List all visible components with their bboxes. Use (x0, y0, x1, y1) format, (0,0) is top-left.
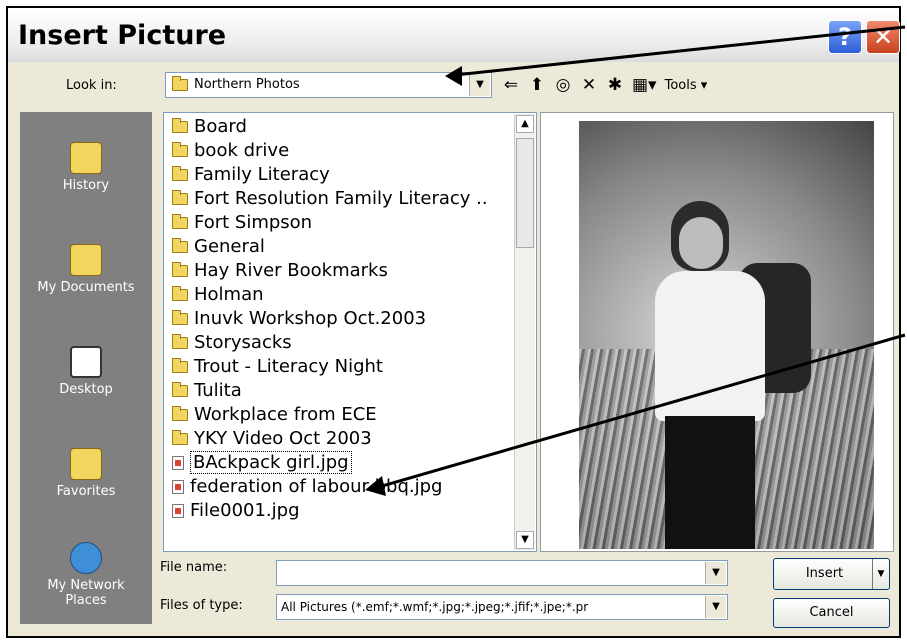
dropdown-arrow-icon[interactable]: ▼ (469, 74, 490, 96)
favorites-icon (70, 448, 102, 480)
list-item[interactable]: Hay River Bookmarks (172, 259, 388, 283)
dropdown-arrow-icon[interactable]: ▼ (705, 596, 726, 618)
dropdown-arrow-icon[interactable]: ▼ (705, 562, 726, 584)
folder-icon (172, 118, 188, 133)
folder-icon (172, 142, 188, 157)
file-type-label: Files of type: (160, 598, 243, 613)
place-label: Desktop (59, 382, 113, 397)
tools-menu[interactable]: Tools ▾ (665, 78, 708, 93)
folder-icon (172, 406, 188, 421)
close-button[interactable]: ✕ (866, 20, 900, 54)
network-places-icon (70, 542, 102, 574)
list-item[interactable]: Fort Simpson (172, 211, 312, 235)
list-item[interactable]: Storysacks (172, 331, 292, 355)
list-item[interactable]: Fort Resolution Family Literacy .. (172, 187, 488, 211)
dialog-title: Insert Picture (18, 20, 227, 51)
places-bar: History My Documents Desktop Favorites M… (20, 112, 152, 624)
place-network[interactable]: My Network Places (20, 542, 152, 608)
file-name-label: File name: (160, 560, 228, 575)
folder-icon (172, 286, 188, 301)
cancel-button[interactable]: Cancel (773, 598, 890, 628)
delete-icon[interactable]: ✕ (580, 74, 598, 96)
file-name-input[interactable]: ▼ (276, 560, 728, 586)
insert-options-icon[interactable]: ▼ (872, 559, 889, 589)
look-in-dropdown[interactable]: Northern Photos ▼ (165, 72, 492, 98)
place-history[interactable]: History (20, 142, 152, 193)
list-item[interactable]: Board (172, 115, 247, 139)
selected-file-item[interactable]: BAckpack girl.jpg (172, 451, 352, 475)
list-item[interactable]: File0001.jpg (172, 499, 300, 523)
toolbar: ⇐ ⬆ ◎ ✕ ✱ ▦▾ Tools ▾ (502, 72, 707, 98)
scroll-thumb[interactable] (516, 138, 534, 248)
file-type-select[interactable]: All Pictures (*.emf;*.wmf;*.jpg;*.jpeg;*… (276, 594, 728, 620)
preview-pane (540, 112, 894, 552)
place-desktop[interactable]: Desktop (20, 346, 152, 397)
views-icon[interactable]: ▦▾ (632, 74, 657, 96)
jpg-file-icon (172, 480, 184, 494)
place-label: Favorites (56, 484, 116, 499)
place-label: My Documents (37, 280, 135, 295)
place-my-documents[interactable]: My Documents (20, 244, 152, 295)
folder-icon (172, 334, 188, 349)
list-item[interactable]: Inuvk Workshop Oct.2003 (172, 307, 426, 331)
list-item[interactable]: Family Literacy (172, 163, 330, 187)
look-in-value: Northern Photos (194, 77, 300, 92)
folder-icon (172, 382, 188, 397)
file-list-scrollbar[interactable]: ▲ ▼ (514, 114, 535, 550)
search-web-icon[interactable]: ◎ (554, 74, 572, 96)
jpg-file-icon (172, 504, 184, 518)
list-item[interactable]: Trout - Literacy Night (172, 355, 383, 379)
jpg-file-icon (172, 456, 184, 470)
up-one-level-icon[interactable]: ⬆ (528, 74, 546, 96)
folder-icon (172, 358, 188, 373)
look-in-label: Look in: (66, 78, 117, 93)
folder-icon (172, 214, 188, 229)
scroll-down-icon[interactable]: ▼ (516, 531, 534, 549)
folder-icon (172, 262, 188, 277)
folder-icon (172, 166, 188, 181)
my-documents-icon (70, 244, 102, 276)
list-item[interactable]: Workplace from ECE (172, 403, 377, 427)
folder-icon (172, 238, 188, 253)
preview-photo (579, 121, 874, 549)
place-label: History (62, 178, 110, 193)
list-item[interactable]: Holman (172, 283, 264, 307)
list-item[interactable]: YKY Video Oct 2003 (172, 427, 372, 451)
list-item[interactable]: federation of labour bbq.jpg (172, 475, 442, 499)
list-item[interactable]: book drive (172, 139, 289, 163)
help-button[interactable]: ? (828, 20, 862, 54)
place-favorites[interactable]: Favorites (20, 448, 152, 499)
new-folder-icon[interactable]: ✱ (606, 74, 624, 96)
back-icon[interactable]: ⇐ (502, 74, 520, 96)
folder-icon (172, 190, 188, 205)
folder-icon (172, 310, 188, 325)
folder-icon (172, 430, 188, 445)
insert-button[interactable]: Insert ▼ (773, 558, 890, 590)
list-item[interactable]: General (172, 235, 265, 259)
title-bar: Insert Picture ? ✕ (8, 8, 900, 62)
desktop-icon (70, 346, 102, 378)
place-label: My Network Places (47, 578, 125, 608)
history-icon (70, 142, 102, 174)
scroll-up-icon[interactable]: ▲ (516, 115, 534, 133)
list-item[interactable]: Tulita (172, 379, 242, 403)
file-list[interactable]: Board book drive Family Literacy Fort Re… (163, 112, 537, 552)
folder-icon (172, 76, 188, 91)
insert-picture-dialog: Insert Picture ? ✕ Look in: Northern Pho… (6, 6, 901, 638)
